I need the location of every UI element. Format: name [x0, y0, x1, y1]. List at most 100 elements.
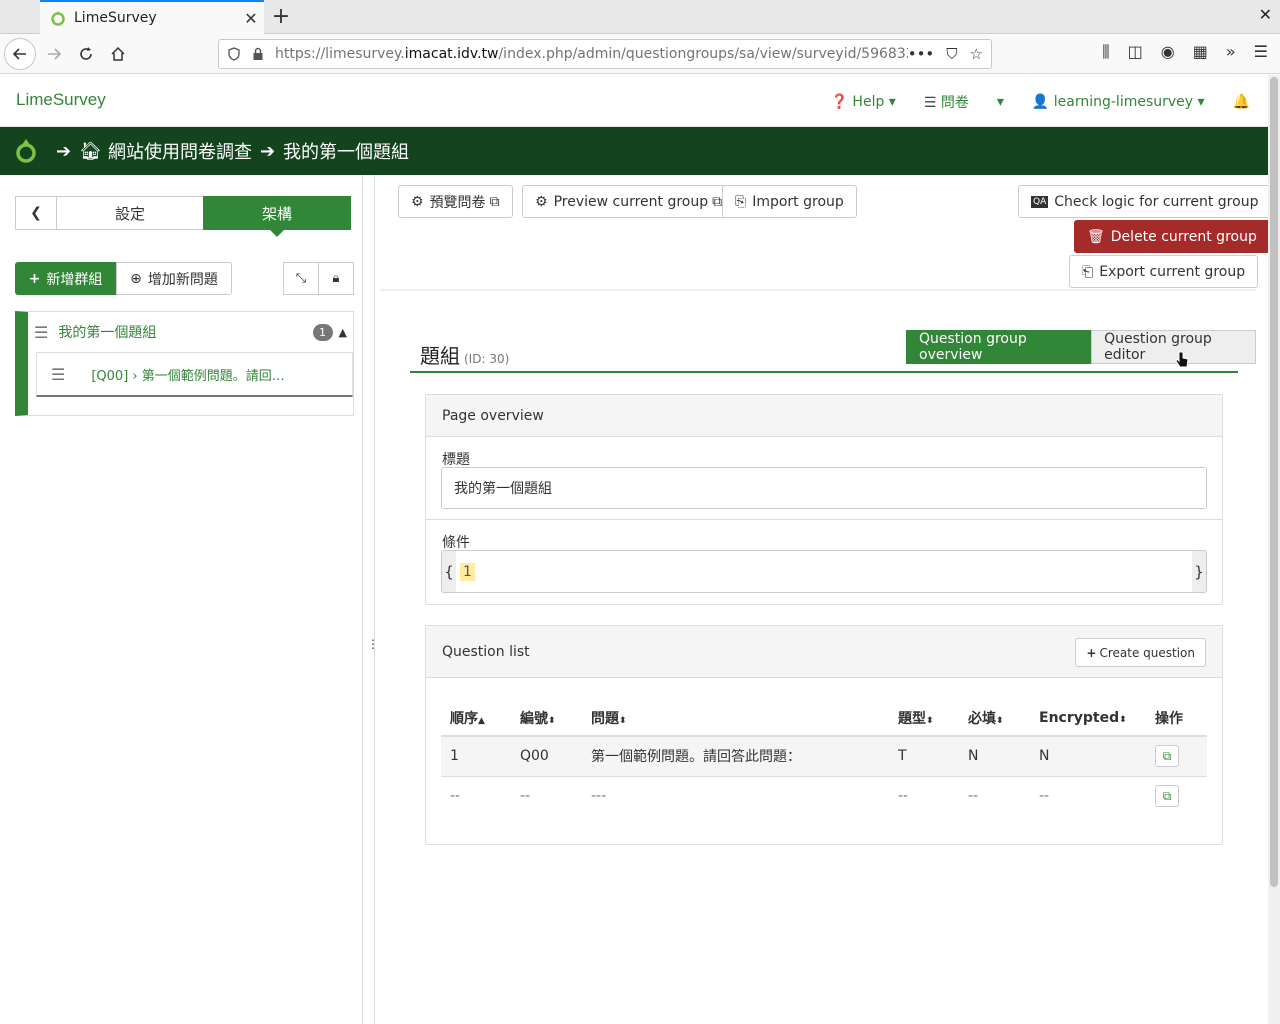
url-text[interactable]: https://limesurvey.imacat.idv.tw/index.p… [275, 46, 908, 62]
browser-tab-bar: LimeSurvey ✕ + ✕ [0, 0, 1280, 34]
preview-group-label: Preview current group [553, 193, 709, 210]
reload-icon[interactable] [70, 38, 102, 70]
tab-structure[interactable]: 架構 [203, 196, 351, 237]
cell-order: 1 [441, 736, 511, 777]
column-code[interactable]: 編號⬍ [511, 700, 582, 737]
question-circle-icon: ❓ [830, 94, 848, 110]
limesurvey-favicon-icon [51, 11, 65, 26]
add-question-button[interactable]: ⊕ 增加新問題 [116, 262, 232, 295]
view-toggle: Question group overview Question group e… [906, 330, 1256, 364]
surveys-menu[interactable]: ☰ 問卷 [924, 92, 969, 112]
cell-order: -- [450, 788, 461, 805]
preview-survey-button[interactable]: ⚙ 預覽問卷 ⧉ [398, 185, 513, 218]
open-question-icon[interactable]: ⧉ [1155, 745, 1179, 768]
import-group-label: Import group [752, 193, 844, 210]
condition-field[interactable]: { 1 } [441, 550, 1207, 593]
column-encrypted[interactable]: Encrypted⬍ [1030, 700, 1146, 737]
window-close-button[interactable]: ✕ [1259, 5, 1272, 24]
column-type[interactable]: 題型⬍ [889, 700, 959, 737]
page-actions-icon[interactable]: ••• [908, 45, 935, 63]
user-menu[interactable]: 👤 learning-limesurvey ▾ [1032, 94, 1205, 110]
bookmark-star-icon[interactable]: ☆ [970, 45, 983, 63]
lock-icon[interactable] [251, 47, 265, 61]
collapse-all-button[interactable]: ⤡ [283, 262, 319, 295]
tab-group-editor[interactable]: Question group editor [1091, 330, 1256, 364]
help-label: Help [852, 94, 885, 110]
open-question-icon[interactable]: ⧉ [1155, 785, 1179, 808]
plus-icon: + [28, 270, 41, 287]
condition-value: 1 [460, 562, 475, 581]
surveys-dropdown-toggle[interactable]: ▾ [997, 94, 1004, 110]
delete-group-button[interactable]: 🗑︎ Delete current group [1074, 220, 1270, 253]
tree-question-label: [Q00] › 第一個範例問題。請回… [91, 368, 285, 384]
home-icon[interactable] [102, 38, 134, 70]
tree-question-item[interactable]: ☰ [Q00] › 第一個範例問題。請回… [36, 352, 353, 397]
check-logic-button[interactable]: QA Check logic for current group [1018, 185, 1272, 218]
page-overview-panel: Page overview 標題 我的第一個題組 條件 { 1 } [425, 394, 1223, 605]
add-group-button[interactable]: + 新增群組 [15, 262, 116, 295]
app-header: LimeSurvey ❓ Help ▾ ☰ 問卷 ▾ 👤 learning-li… [0, 75, 1268, 127]
export-group-button[interactable]: ⎗ Export current group [1069, 255, 1259, 288]
title-underline [410, 371, 1238, 373]
toolbar-divider [380, 289, 1256, 291]
column-order[interactable]: 順序▲ [441, 700, 511, 737]
brand-logo[interactable]: LimeSurvey [16, 90, 106, 110]
extensions-icon[interactable]: ▦ [1193, 42, 1208, 62]
sidebar-resizer[interactable]: ⋮ [363, 175, 379, 1024]
check-logic-label: Check logic for current group [1054, 193, 1259, 210]
user-label: learning-limesurvey [1053, 94, 1194, 110]
column-mandatory[interactable]: 必填⬍ [959, 700, 1030, 737]
lock-button[interactable]: 🔒︎ [318, 262, 354, 295]
pocket-icon[interactable]: ⛉ [946, 45, 957, 63]
breadcrumb-survey[interactable]: 網站使用問卷調查 [108, 138, 252, 164]
create-question-button[interactable]: + Create question [1075, 638, 1206, 667]
url-prefix: https://limesurvey. [275, 46, 405, 62]
tab-settings[interactable]: 設定 [56, 196, 204, 230]
condition-label: 條件 [442, 535, 470, 551]
tab-group-overview[interactable]: Question group overview [906, 330, 1092, 364]
shield-icon[interactable] [227, 47, 241, 61]
tab-close-icon[interactable]: ✕ [238, 9, 264, 28]
breadcrumb-group[interactable]: 我的第一個題組 [283, 138, 409, 164]
arrow-right-icon: ➔ [56, 140, 72, 162]
menu-icon[interactable]: ☰ [1254, 42, 1268, 62]
compress-icon: ⤡ [295, 271, 307, 286]
external-link-icon: ⧉ [712, 193, 723, 210]
cell-actions: ⧉ [1146, 776, 1207, 816]
url-bar[interactable]: https://limesurvey.imacat.idv.tw/index.p… [218, 39, 992, 69]
column-mandatory-label: 必填 [968, 710, 996, 727]
column-actions: 操作 [1146, 700, 1207, 737]
bell-icon[interactable]: 🔔 [1233, 94, 1250, 110]
new-tab-button[interactable]: + [268, 4, 294, 30]
forward-arrow-icon[interactable] [38, 38, 70, 70]
qa-icon: QA [1031, 195, 1049, 208]
account-icon[interactable]: ◉ [1161, 42, 1175, 62]
help-menu[interactable]: ❓ Help ▾ [831, 94, 896, 110]
drag-handle-icon[interactable]: ☰ [51, 365, 65, 384]
sort-icon: ⬍ [1119, 714, 1127, 725]
sidebar-collapse-button[interactable]: ❮ [15, 196, 57, 230]
scrollbar-thumb[interactable] [1270, 77, 1278, 887]
main-content: ⚙ 預覽問卷 ⧉ ⚙ Preview current group ⧉ ⎘ Imp… [376, 175, 1272, 1024]
column-code-label: 編號 [520, 710, 548, 727]
browser-tab[interactable]: LimeSurvey ✕ [40, 0, 264, 34]
plus-icon: + [1086, 645, 1097, 660]
column-question[interactable]: 問題⬍ [582, 700, 889, 737]
question-tree: ☰ 我的第一個題組 1 ▲ ☰ [Q00] › 第一個範例問題。請回… [15, 311, 354, 416]
page-title-text: 題組 [420, 344, 460, 368]
caret-up-icon[interactable]: ▲ [339, 326, 347, 339]
library-icon[interactable]: ⫼ [1102, 42, 1109, 62]
title-field[interactable]: 我的第一個題組 [441, 467, 1207, 509]
page-scrollbar[interactable] [1268, 75, 1280, 1024]
import-group-button[interactable]: ⎘ Import group [722, 185, 857, 218]
preview-survey-label: 預覽問卷 [429, 194, 486, 211]
cell-question: --- [591, 788, 607, 805]
preview-group-button[interactable]: ⚙ Preview current group ⧉ [522, 185, 736, 218]
tree-group-item[interactable]: ☰ 我的第一個題組 1 ▲ [34, 320, 347, 344]
sidebar-icon[interactable]: ◫ [1128, 42, 1143, 62]
overflow-icon[interactable]: » [1226, 42, 1236, 62]
drag-handle-icon[interactable]: ☰ [34, 323, 48, 342]
limesurvey-logo-icon[interactable] [14, 138, 38, 164]
caret-down-icon: ▾ [888, 94, 896, 110]
back-arrow-icon[interactable] [4, 38, 36, 70]
